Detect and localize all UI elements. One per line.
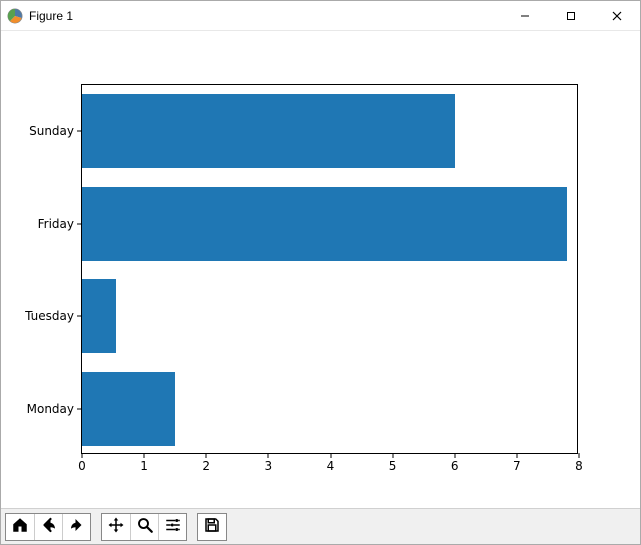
toolbar-group <box>197 513 227 541</box>
xtick-label: 4 <box>327 453 335 473</box>
xtick-label: 7 <box>513 453 521 473</box>
configure-subplots-button[interactable] <box>158 514 186 540</box>
figure-canvas[interactable]: Monday Tuesday Friday Sunday 0 1 2 3 4 5 6 7 8 <box>1 31 640 508</box>
xtick-label: 8 <box>575 453 583 473</box>
bar-monday <box>82 372 175 446</box>
ytick-mark <box>77 408 82 409</box>
window-title: Figure 1 <box>29 9 73 23</box>
close-button[interactable] <box>594 1 640 31</box>
nav-toolbar <box>1 508 640 544</box>
magnifier-icon <box>136 516 154 537</box>
titlebar: Figure 1 <box>1 1 640 31</box>
chart-axes: MondayTuesdayFridaySunday012345678 <box>81 84 578 454</box>
bar-tuesday <box>82 279 116 353</box>
home-button[interactable] <box>6 514 34 540</box>
ytick-mark <box>77 131 82 132</box>
bar-friday <box>82 187 567 261</box>
xtick-label: 3 <box>265 453 273 473</box>
maximize-button[interactable] <box>548 1 594 31</box>
back-button[interactable] <box>34 514 62 540</box>
xtick-label: 2 <box>202 453 210 473</box>
xtick-label: 1 <box>140 453 148 473</box>
ytick-label: Monday <box>27 402 82 416</box>
figure-window: Figure 1 Monday Tuesday Friday Sunday 0 1 2 3 4 5… <box>0 0 641 545</box>
ytick-label: Tuesday <box>25 309 82 323</box>
ytick-label: Sunday <box>29 124 82 138</box>
toolbar-group <box>5 513 91 541</box>
sliders-icon <box>164 516 182 537</box>
ytick-mark <box>77 223 82 224</box>
forward-button[interactable] <box>62 514 90 540</box>
home-icon <box>11 516 29 537</box>
save-button[interactable] <box>198 514 226 540</box>
matplotlib-icon <box>7 8 23 24</box>
bar-sunday <box>82 94 455 168</box>
zoom-button[interactable] <box>130 514 158 540</box>
move-icon <box>107 516 125 537</box>
xtick-label: 6 <box>451 453 459 473</box>
xtick-label: 5 <box>389 453 397 473</box>
arrow-left-icon <box>40 516 58 537</box>
arrow-right-icon <box>68 516 86 537</box>
pan-button[interactable] <box>102 514 130 540</box>
toolbar-group <box>101 513 187 541</box>
ytick-label: Friday <box>38 217 82 231</box>
xtick-label: 0 <box>78 453 86 473</box>
minimize-button[interactable] <box>502 1 548 31</box>
floppy-icon <box>203 516 221 537</box>
ytick-mark <box>77 316 82 317</box>
